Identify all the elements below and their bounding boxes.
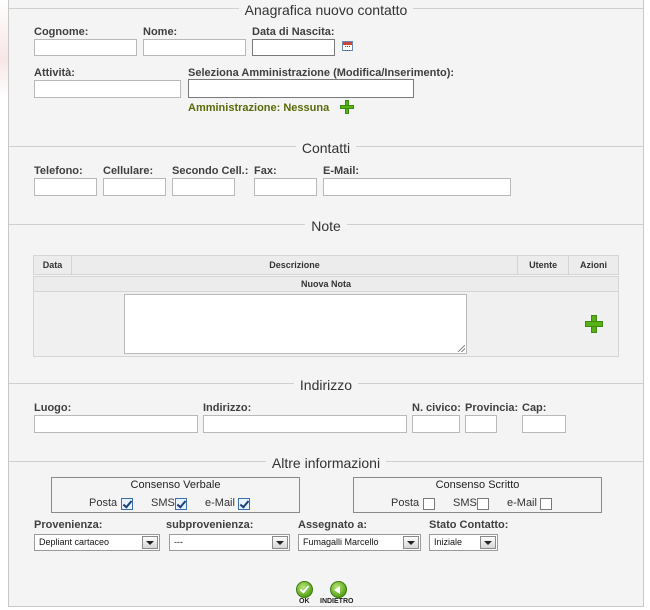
fax-label: Fax:	[254, 165, 277, 177]
chevron-down-icon[interactable]	[403, 536, 419, 549]
cellulare-input[interactable]	[103, 178, 166, 196]
nota-textarea[interactable]	[124, 294, 467, 354]
secondo-cell-input[interactable]	[172, 178, 235, 196]
scritto-posta-checkbox[interactable]	[423, 498, 435, 510]
civico-input[interactable]	[412, 415, 460, 433]
attivita-label: Attività:	[34, 67, 75, 79]
stato-label: Stato Contatto:	[429, 519, 509, 531]
section-title-note: Note	[9, 216, 643, 235]
provenienza-select[interactable]: Depliant cartaceo	[34, 534, 160, 551]
form-panel: Anagrafica nuovo contatto Cognome: Nome:…	[8, 0, 644, 607]
subprovenienza-select[interactable]: ---	[169, 534, 290, 551]
back-icon[interactable]	[330, 581, 347, 598]
civico-label: N. civico:	[412, 402, 461, 414]
chevron-down-icon[interactable]	[272, 536, 288, 549]
nome-input[interactable]	[143, 39, 246, 56]
section-title-anagrafica: Anagrafica nuovo contatto	[9, 0, 643, 19]
resize-grip[interactable]	[458, 345, 465, 352]
indietro-label[interactable]: INDIETRO	[320, 598, 353, 605]
provenienza-value: Depliant cartaceo	[39, 537, 110, 547]
assegnato-value: Fumagalli Marcello	[303, 537, 379, 547]
data-nascita-input[interactable]	[252, 39, 335, 56]
verbale-email-checkbox[interactable]	[238, 498, 250, 510]
col-azioni: Azioni	[568, 255, 619, 275]
luogo-label: Luogo:	[34, 402, 72, 414]
provenienza-label: Provenienza:	[34, 519, 103, 531]
add-amministrazione-icon[interactable]	[340, 100, 354, 114]
verbale-posta-label: Posta	[89, 497, 118, 509]
verbale-sms-checkbox[interactable]	[175, 498, 187, 510]
cellulare-label: Cellulare:	[103, 165, 154, 177]
secondo-cell-label: Secondo Cell.:	[172, 165, 249, 177]
telefono-input[interactable]	[34, 178, 97, 196]
scritto-sms-label: SMS	[453, 497, 477, 509]
cognome-input[interactable]	[34, 39, 137, 56]
chevron-down-icon[interactable]	[480, 536, 496, 549]
subprovenienza-label: subprovenienza:	[166, 519, 254, 531]
luogo-input[interactable]	[34, 415, 198, 433]
amministrazione-input[interactable]	[188, 79, 414, 98]
chevron-down-icon[interactable]	[142, 536, 158, 549]
consenso-verbale-box: Consenso Verbale Posta SMS e-Mail	[51, 477, 300, 513]
ok-icon[interactable]	[296, 581, 313, 598]
verbale-posta-checkbox[interactable]	[121, 498, 133, 510]
email-input[interactable]	[323, 178, 511, 196]
subprovenienza-value: ---	[174, 537, 183, 547]
provincia-label: Provincia:	[465, 402, 519, 414]
attivita-input[interactable]	[34, 80, 181, 98]
note-table-header: Data Descrizione Utente Azioni	[33, 255, 619, 275]
consenso-scritto-box: Consenso Scritto Posta SMS e-Mail	[353, 477, 602, 513]
add-nota-icon[interactable]	[585, 315, 603, 333]
provincia-input[interactable]	[465, 415, 497, 433]
consenso-scritto-title: Consenso Scritto	[435, 479, 520, 491]
amministrazione-label: Seleziona Amministrazione (Modifica/Inse…	[188, 67, 455, 79]
cognome-label: Cognome:	[34, 26, 89, 38]
consenso-verbale-title: Consenso Verbale	[130, 479, 221, 491]
fax-input[interactable]	[254, 178, 317, 196]
scritto-email-label: e-Mail	[507, 497, 537, 509]
cap-input[interactable]	[522, 415, 566, 433]
ok-label[interactable]: OK	[299, 598, 310, 605]
telefono-label: Telefono:	[34, 165, 83, 177]
col-utente: Utente	[517, 255, 570, 275]
email-label: E-Mail:	[323, 165, 360, 177]
amministrazione-status: Amministrazione: Nessuna	[188, 102, 330, 114]
assegnato-select[interactable]: Fumagalli Marcello	[298, 534, 421, 551]
data-nascita-label: Data di Nascita:	[252, 26, 335, 38]
section-title-altre: Altre informazioni	[9, 453, 643, 472]
nuova-nota-header: Nuova Nota	[33, 276, 619, 292]
stato-select[interactable]: Iniziale	[429, 534, 498, 551]
indirizzo-input[interactable]	[203, 415, 407, 433]
section-title-indirizzo: Indirizzo	[9, 375, 643, 394]
scritto-sms-checkbox[interactable]	[477, 498, 489, 510]
left-decor	[0, 0, 8, 98]
verbale-email-label: e-Mail	[205, 497, 235, 509]
nome-label: Nome:	[143, 26, 178, 38]
scritto-posta-label: Posta	[391, 497, 420, 509]
stato-value: Iniziale	[434, 537, 463, 547]
col-data: Data	[33, 255, 72, 275]
calendar-icon[interactable]	[342, 41, 353, 51]
col-descrizione: Descrizione	[70, 255, 519, 275]
scritto-email-checkbox[interactable]	[540, 498, 552, 510]
cap-label: Cap:	[522, 402, 547, 414]
assegnato-label: Assegnato a:	[298, 519, 368, 531]
verbale-sms-label: SMS	[151, 497, 175, 509]
section-title-contatti: Contatti	[9, 138, 643, 157]
indirizzo-label: Indirizzo:	[203, 402, 252, 414]
